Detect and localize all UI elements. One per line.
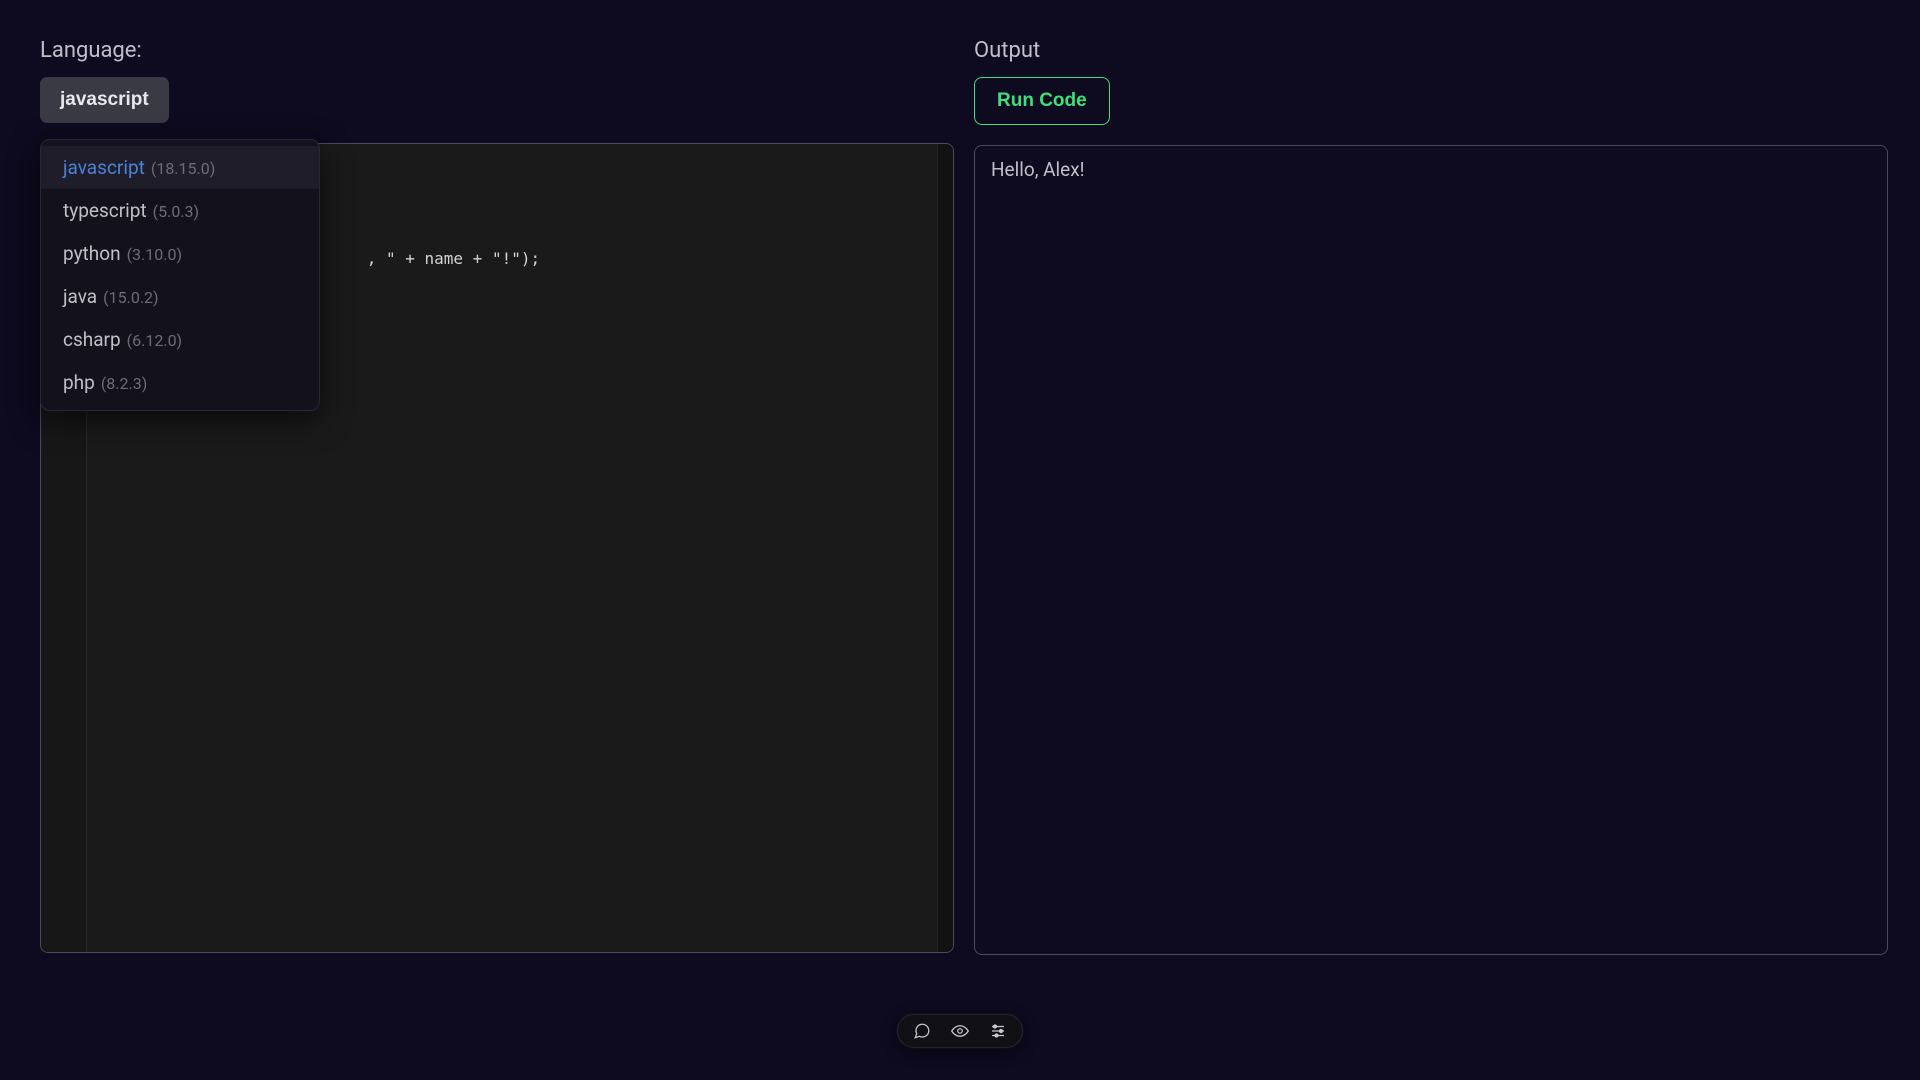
language-option-version: (18.15.0) [151, 159, 215, 178]
language-select-button[interactable]: javascript [40, 77, 169, 123]
output-text: Hello, Alex! [991, 158, 1871, 181]
language-option-csharp[interactable]: csharp (6.12.0) [41, 318, 319, 361]
editor-scrollbar[interactable] [937, 144, 953, 952]
output-panel: Hello, Alex! [974, 145, 1888, 955]
comment-icon[interactable] [912, 1021, 932, 1041]
language-option-php[interactable]: php (8.2.3) [41, 361, 319, 404]
language-option-name: php [63, 371, 95, 394]
language-option-java[interactable]: java (15.0.2) [41, 275, 319, 318]
output-label: Output [974, 38, 1888, 63]
eye-icon[interactable] [950, 1021, 970, 1041]
language-option-version: (6.12.0) [127, 331, 182, 350]
language-label: Language: [40, 38, 954, 63]
language-option-python[interactable]: python (3.10.0) [41, 232, 319, 275]
language-option-typescript[interactable]: typescript (5.0.3) [41, 189, 319, 232]
floating-toolbar [897, 1014, 1023, 1048]
language-option-name: javascript [63, 156, 145, 179]
workspace: Language: javascript javascript(18.15.0)… [0, 0, 1920, 1080]
language-dropdown[interactable]: javascript (18.15.0) typescript (5.0.3) pyth… [40, 139, 320, 411]
language-option-version: (15.0.2) [103, 288, 158, 307]
language-option-version: (5.0.3) [153, 202, 199, 221]
language-option-version: (8.2.3) [101, 374, 147, 393]
language-option-name: java [63, 285, 97, 308]
language-option-name: python [63, 242, 121, 265]
run-code-button[interactable]: Run Code [974, 77, 1110, 125]
right-column: Output Run Code Hello, Alex! [974, 38, 1888, 1080]
language-option-name: csharp [63, 328, 121, 351]
language-option-javascript[interactable]: javascript (18.15.0) [41, 146, 319, 189]
language-option-name: typescript [63, 199, 147, 222]
left-column: Language: javascript javascript(18.15.0)… [40, 38, 954, 1080]
language-option-version: (3.10.0) [127, 245, 182, 264]
language-selector-row: javascript javascript(18.15.0)typescript… [40, 77, 954, 123]
sliders-icon[interactable] [988, 1021, 1008, 1041]
